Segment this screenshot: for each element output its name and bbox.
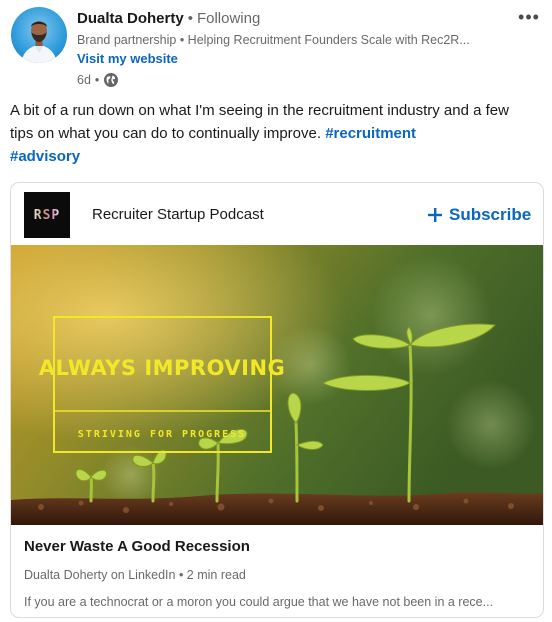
post-time: 6d — [77, 73, 91, 87]
podcast-header: RSP Recruiter Startup Podcast Subscribe — [11, 183, 543, 245]
name-separator: • — [187, 10, 193, 27]
article-snippet: If you are a technocrat or a moron you c… — [24, 595, 494, 609]
globe-icon — [103, 72, 119, 88]
feed-post: Dualta Doherty • Following Brand partnersh… — [0, 0, 552, 622]
podcast-logo[interactable]: RSP — [24, 192, 70, 238]
article-cover-image[interactable]: ALWAYS IMPROVING STRIVING FOR PROGRESS — [11, 245, 543, 525]
author-headline: Brand partnership • Helping Recruitment … — [77, 33, 470, 47]
cover-subtitle: STRIVING FOR PROGRESS — [78, 429, 246, 440]
commentary-text: A bit of a run down on what I'm seeing i… — [10, 102, 509, 142]
article-card[interactable]: RSP Recruiter Startup Podcast Subscribe — [10, 182, 544, 618]
subscribe-label: Subscribe — [449, 205, 532, 224]
author-avatar[interactable] — [11, 7, 67, 63]
article-meta: Dualta Doherty on LinkedIn • 2 min read — [24, 568, 246, 582]
article-title[interactable]: Never Waste A Good Recession — [24, 537, 250, 557]
author-line: Dualta Doherty • Following — [77, 9, 260, 29]
hashtag-recruitment[interactable]: #recruitment — [325, 125, 416, 142]
podcast-name[interactable]: Recruiter Startup Podcast — [92, 205, 264, 225]
cover-title: ALWAYS IMPROVING — [39, 356, 286, 380]
plus-icon — [427, 207, 443, 223]
post-meta: 6d • — [77, 70, 119, 90]
author-name[interactable]: Dualta Doherty — [77, 10, 184, 27]
post-commentary: A bit of a run down on what I'm seeing i… — [10, 99, 530, 168]
podcast-logo-text: RSP — [33, 207, 61, 223]
more-options-button[interactable]: ••• — [515, 6, 543, 28]
more-horizontal-icon: ••• — [518, 7, 540, 27]
follow-status: Following — [196, 10, 261, 27]
subscribe-button[interactable]: Subscribe — [427, 202, 531, 228]
meta-separator: • — [94, 73, 100, 87]
hashtag-advisory[interactable]: #advisory — [10, 148, 80, 165]
visit-website-link[interactable]: Visit my website — [77, 50, 178, 68]
